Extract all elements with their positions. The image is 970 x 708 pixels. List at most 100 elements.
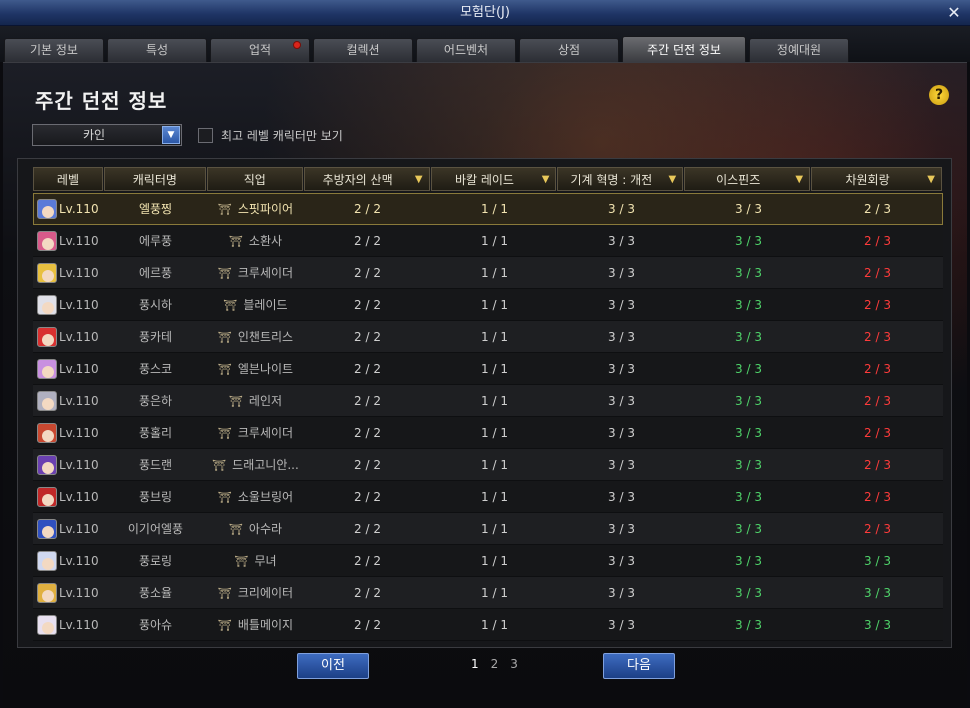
exile-mountain-count: 2 / 2	[354, 618, 381, 632]
col-machine-revolution[interactable]: 기계 혁명 : 개전 ▼	[557, 167, 684, 192]
character-name-cell: 에루풍	[138, 234, 173, 248]
col-bakal-raid[interactable]: 바칼 레이드 ▼	[430, 167, 557, 192]
table-row[interactable]: Lv.110 에루풍 ⛩ 소환사 2 / 2 1 / 1 3 / 3 3 / 3 2 / 3	[33, 225, 943, 257]
machine-revolution-count: 3 / 3	[608, 330, 635, 344]
level-cell: Lv.110	[33, 545, 104, 576]
sort-down-icon[interactable]: ▼	[795, 168, 803, 192]
avatar	[37, 550, 57, 571]
table-row[interactable]: Lv.110 풍시하 ⛩ 블레이드 2 / 2 1 / 1 3 / 3 3 / 3 2 / 3	[33, 289, 943, 321]
table-row[interactable]: Lv.110 엘풍찡 ⛩ 스핏파이어 2 / 2 1 / 1 3 / 3 3 / 3 2 / 3	[33, 193, 943, 225]
table-row[interactable]: Lv.110 풍브링 ⛩ 소울브링어 2 / 2 1 / 1 3 / 3 3 / 3 2 / 3	[33, 481, 943, 513]
ispins-count: 3 / 3	[735, 618, 762, 632]
bakal-raid-count: 1 / 1	[481, 618, 508, 632]
help-icon[interactable]: ?	[929, 85, 949, 105]
character-name-cell: 풍로링	[138, 554, 173, 568]
tab-elite-squad[interactable]: 정예대원	[749, 38, 849, 62]
job-text: 인챈트리스	[237, 330, 294, 344]
tab-shop[interactable]: 상점	[519, 38, 619, 62]
table-row[interactable]: Lv.110 풍소율 ⛩ 크리에이터 2 / 2 1 / 1 3 / 3 3 / 3 3 / 3	[33, 577, 943, 609]
ispins-count: 3 / 3	[735, 586, 762, 600]
page-3[interactable]: 3	[510, 657, 518, 671]
machine-revolution-count: 3 / 3	[608, 202, 635, 216]
table-row[interactable]: Lv.110 풍은하 ⛩ 레인저 2 / 2 1 / 1 3 / 3 3 / 3 2 / 3	[33, 385, 943, 417]
max-level-filter-label: 최고 레벨 캐릭터만 보기	[221, 128, 343, 143]
table-row[interactable]: Lv.110 풍스코 ⛩ 엘븐나이트 2 / 2 1 / 1 3 / 3 3 / 3 2 / 3	[33, 353, 943, 385]
machine-revolution-count: 3 / 3	[608, 298, 635, 312]
character-name-cell: 엘풍찡	[138, 202, 173, 216]
machine-revolution-count: 3 / 3	[608, 362, 635, 376]
ispins-count: 3 / 3	[735, 522, 762, 536]
page-numbers: 1 2 3	[471, 657, 518, 671]
bakal-raid-count: 1 / 1	[481, 554, 508, 568]
close-icon[interactable]: ✕	[944, 3, 964, 23]
server-select[interactable]: 카인 ▼	[32, 124, 182, 146]
chevron-down-icon[interactable]: ▼	[162, 126, 180, 144]
avatar	[37, 198, 57, 219]
exile-mountain-count: 2 / 2	[354, 554, 381, 568]
character-name-cell: 풍브링	[138, 490, 173, 504]
ispins-count: 3 / 3	[735, 426, 762, 440]
tab-traits[interactable]: 특성	[107, 38, 207, 62]
col-dimension-corridor[interactable]: 차원회랑 ▼	[811, 167, 942, 191]
character-name-cell: 이기어엘풍	[127, 522, 184, 536]
main-panel: 주간 던전 정보 ? 카인 ▼ 최고 레벨 캐릭터만 보기 레벨 캐릭터명 직업…	[3, 62, 967, 708]
tab-basic-info[interactable]: 기본 정보	[4, 38, 104, 62]
level-text: Lv.110	[59, 617, 99, 632]
job-text: 배틀메이지	[237, 618, 294, 632]
machine-revolution-count: 3 / 3	[608, 586, 635, 600]
dimension-corridor-count: 2 / 3	[864, 362, 891, 376]
level-text: Lv.110	[59, 393, 99, 408]
col-exile-mountain[interactable]: 추방자의 산맥 ▼	[303, 167, 430, 192]
page-1[interactable]: 1	[471, 657, 479, 671]
prev-page-button[interactable]: 이전	[297, 653, 369, 679]
table-row[interactable]: Lv.110 에르풍 ⛩ 크루세이더 2 / 2 1 / 1 3 / 3 3 / 3 2 / 3	[33, 257, 943, 289]
avatar	[37, 518, 57, 539]
next-page-button[interactable]: 다음	[603, 653, 675, 679]
job-text: 무녀	[254, 554, 277, 568]
machine-revolution-count: 3 / 3	[608, 618, 635, 632]
class-emblem-icon: ⛩	[217, 427, 232, 440]
table-row[interactable]: Lv.110 풍드랜 ⛩ 드래고니안... 2 / 2 1 / 1 3 / 3 3 / 3 2 …	[33, 449, 943, 481]
exile-mountain-count: 2 / 2	[354, 298, 381, 312]
sort-down-icon[interactable]: ▼	[542, 168, 550, 192]
level-text: Lv.110	[59, 233, 99, 248]
level-cell: Lv.110	[33, 289, 104, 320]
sort-down-icon[interactable]: ▼	[415, 168, 423, 192]
level-text: Lv.110	[59, 297, 99, 312]
level-cell: Lv.110	[33, 193, 104, 224]
sort-down-icon[interactable]: ▼	[927, 168, 935, 192]
character-name-cell: 풍드랜	[138, 458, 173, 472]
tab-achievements[interactable]: 업적	[210, 38, 310, 62]
level-cell: Lv.110	[33, 609, 104, 640]
level-text: Lv.110	[59, 361, 99, 376]
class-emblem-icon: ⛩	[228, 235, 243, 248]
job-cell: ⛩ 소울브링어	[207, 481, 304, 512]
level-cell: Lv.110	[33, 385, 104, 416]
job-cell: ⛩ 크루세이더	[207, 257, 304, 288]
exile-mountain-count: 2 / 2	[354, 586, 381, 600]
col-ispins[interactable]: 이스핀즈 ▼	[684, 167, 811, 192]
sort-down-icon[interactable]: ▼	[669, 168, 677, 192]
table-row[interactable]: Lv.110 이기어엘풍 ⛩ 아수라 2 / 2 1 / 1 3 / 3 3 / 3 2 / 3	[33, 513, 943, 545]
table-row[interactable]: Lv.110 풍로링 ⛩ 무녀 2 / 2 1 / 1 3 / 3 3 / 3 3 / 3	[33, 545, 943, 577]
ispins-count: 3 / 3	[735, 202, 762, 216]
level-text: Lv.110	[59, 585, 99, 600]
max-level-filter[interactable]: 최고 레벨 캐릭터만 보기	[198, 125, 343, 145]
dimension-corridor-count: 2 / 3	[864, 458, 891, 472]
exile-mountain-count: 2 / 2	[354, 330, 381, 344]
tab-collection[interactable]: 컬렉션	[313, 38, 413, 62]
character-name-cell: 풍카테	[138, 330, 173, 344]
ispins-count: 3 / 3	[735, 490, 762, 504]
table-body: Lv.110 엘풍찡 ⛩ 스핏파이어 2 / 2 1 / 1 3 / 3 3 / 3 2 / 3…	[33, 193, 943, 641]
tab-adventure[interactable]: 어드벤처	[416, 38, 516, 62]
page-title: 주간 던전 정보	[35, 89, 168, 113]
page-2[interactable]: 2	[491, 657, 499, 671]
max-level-checkbox[interactable]	[198, 127, 213, 143]
table-row[interactable]: Lv.110 풍카테 ⛩ 인챈트리스 2 / 2 1 / 1 3 / 3 3 / 3 2 / 3	[33, 321, 943, 353]
machine-revolution-count: 3 / 3	[608, 426, 635, 440]
bakal-raid-count: 1 / 1	[481, 394, 508, 408]
table-row[interactable]: Lv.110 풍아슈 ⛩ 배틀메이지 2 / 2 1 / 1 3 / 3 3 / 3 3 / 3	[33, 609, 943, 641]
avatar	[37, 390, 57, 411]
tab-weekly-dungeon[interactable]: 주간 던전 정보	[622, 36, 746, 62]
table-row[interactable]: Lv.110 풍홀리 ⛩ 크루세이더 2 / 2 1 / 1 3 / 3 3 / 3 2 / 3	[33, 417, 943, 449]
